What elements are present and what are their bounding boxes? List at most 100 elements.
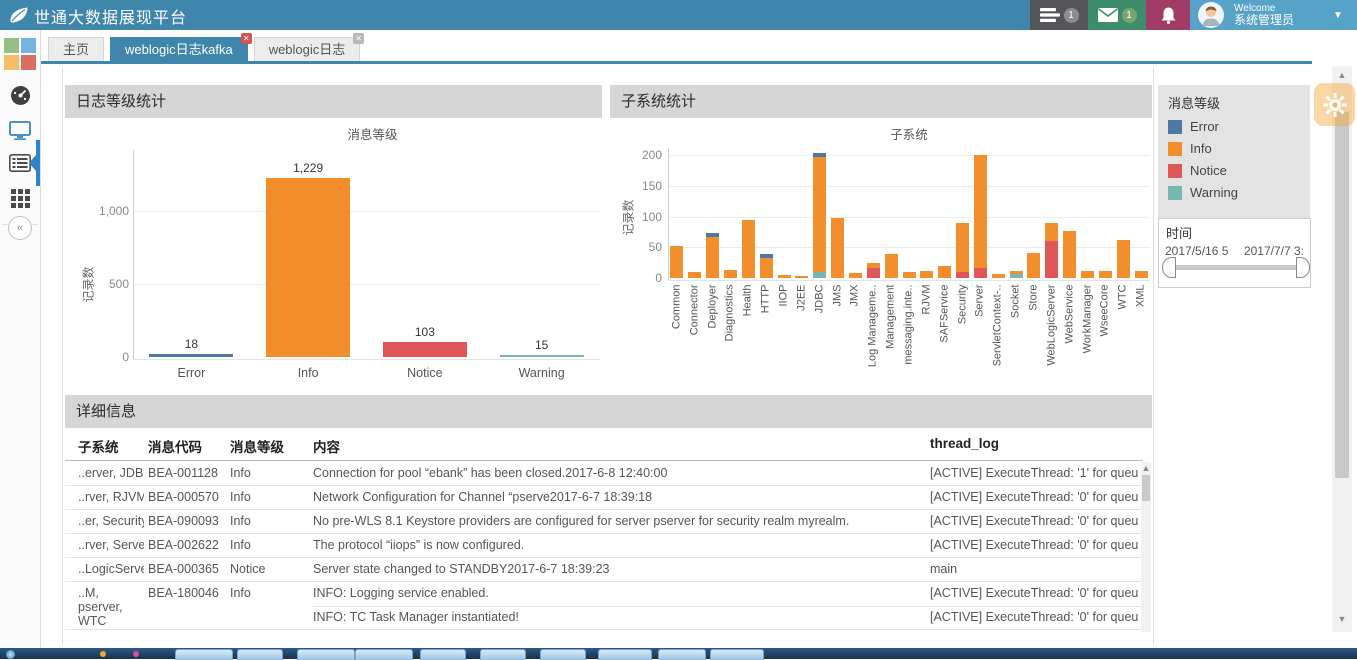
stacked-bar-info[interactable] <box>974 155 987 268</box>
stacked-bar-info[interactable] <box>724 270 737 278</box>
taskbar-window-button[interactable] <box>297 649 355 660</box>
mail-button[interactable]: 1 <box>1088 0 1146 30</box>
legend-item-info[interactable]: Info <box>1168 140 1310 157</box>
legend-item-error[interactable]: Error <box>1168 118 1310 135</box>
stacked-bar-notice[interactable] <box>974 268 987 278</box>
taskbar-window-button[interactable] <box>540 649 586 660</box>
stacked-bar-info[interactable] <box>956 223 969 272</box>
page-scroll-down-icon[interactable]: ▼ <box>1332 614 1352 624</box>
stacked-bar-info[interactable] <box>849 273 862 278</box>
taskbar-tray-icon[interactable] <box>133 651 139 657</box>
time-slider-track[interactable] <box>1171 265 1299 270</box>
stacked-bar-info[interactable] <box>903 272 916 278</box>
stacked-bar-info[interactable] <box>742 220 755 278</box>
start-orb-icon[interactable] <box>6 650 15 659</box>
user-menu[interactable]: Welcome 系统管理员 ▼ <box>1190 0 1357 30</box>
tab-0[interactable]: 主页 <box>48 37 104 62</box>
table-scrollbar[interactable]: ▲ <box>1141 462 1151 632</box>
table-header-2[interactable]: 消息等级 <box>230 436 284 456</box>
table-row[interactable]: ..er, SecurityBEA-090093InfoNo pre-WLS 8… <box>65 510 1143 534</box>
stacked-bar-info[interactable] <box>1010 271 1023 275</box>
table-row[interactable]: ..erver, JDBCBEA-001128InfoConnection fo… <box>65 462 1143 486</box>
stacked-bar-info[interactable] <box>1081 271 1094 278</box>
table-header-4[interactable]: thread_log <box>930 436 999 451</box>
taskbar-window-button[interactable] <box>710 649 764 660</box>
bar-value-label: 15 <box>497 338 587 352</box>
table-row[interactable]: ..M, pserver, WTCBEA-180046InfoINFO: Log… <box>65 582 1143 630</box>
page-scroll-up-icon[interactable]: ▲ <box>1332 70 1352 80</box>
sidebar-item-monitor[interactable] <box>0 115 40 145</box>
table-header-0[interactable]: 子系统 <box>78 436 119 456</box>
alerts-button[interactable] <box>1146 0 1190 30</box>
stacked-bar-warning[interactable] <box>813 272 826 278</box>
tab-2[interactable]: weblogic日志✕ <box>254 37 361 62</box>
gridline <box>668 247 1150 248</box>
sidebar-logo[interactable] <box>0 37 40 71</box>
stacked-bar-notice[interactable] <box>1045 241 1058 278</box>
bar-error[interactable] <box>149 354 233 357</box>
stacked-bar-error[interactable] <box>706 233 719 237</box>
stacked-bar-info[interactable] <box>760 258 773 278</box>
stacked-bar-info[interactable] <box>778 275 791 278</box>
stacked-bar-info[interactable] <box>867 263 880 268</box>
stacked-bar-info[interactable] <box>1135 271 1148 278</box>
tab-1[interactable]: weblogic日志kafka✕ <box>110 37 248 62</box>
tab-close-icon[interactable]: ✕ <box>353 33 364 44</box>
legend-item-notice[interactable]: Notice <box>1168 162 1310 179</box>
stacked-bar-error[interactable] <box>760 254 773 258</box>
stacked-bar-info[interactable] <box>1027 253 1040 278</box>
stacked-bar-warning[interactable] <box>1010 274 1023 278</box>
taskbar-window-button[interactable] <box>480 649 526 660</box>
taskbar-window-button[interactable] <box>658 649 706 660</box>
stacked-bar-info[interactable] <box>938 266 951 278</box>
stacked-bar-info[interactable] <box>920 271 933 278</box>
cell-thread-log: [ACTIVE] ExecuteThread: '0' for queu <box>930 490 1140 504</box>
time-slider-handle-start[interactable] <box>1162 257 1176 278</box>
time-slider-handle-end[interactable] <box>1296 257 1310 278</box>
x-category-label: Server <box>974 284 987 388</box>
sidebar-item-apps[interactable] <box>0 183 40 213</box>
bar-warning[interactable] <box>500 355 584 357</box>
legend-label: Warning <box>1190 185 1238 200</box>
stacked-bar-info[interactable] <box>795 276 808 278</box>
table-scrollbar-thumb[interactable] <box>1142 475 1150 501</box>
stacked-bar-info[interactable] <box>1045 223 1058 241</box>
table-row[interactable]: ..rver, RJVMBEA-000570InfoNetwork Config… <box>65 486 1143 510</box>
taskbar-window-button[interactable] <box>355 649 413 660</box>
stacked-bar-notice[interactable] <box>867 268 880 278</box>
sidebar-item-dashboard[interactable] <box>0 80 40 110</box>
sidebar-item-report-active[interactable] <box>0 148 40 178</box>
table-header-1[interactable]: 消息代码 <box>148 436 202 456</box>
taskbar-tray-icon[interactable] <box>100 651 106 657</box>
stacked-bar-info[interactable] <box>1117 240 1130 278</box>
taskbar-window-button[interactable] <box>420 649 466 660</box>
taskbar-window-button[interactable] <box>598 649 652 660</box>
stacked-bar-info[interactable] <box>992 274 1005 278</box>
taskbar-window-button[interactable] <box>237 649 283 660</box>
tab-close-icon[interactable]: ✕ <box>241 33 252 44</box>
stacked-bar-info[interactable] <box>1063 231 1076 278</box>
stacked-bar-notice[interactable] <box>956 272 969 278</box>
page-scrollbar[interactable]: ▲ ▼ <box>1332 66 1352 632</box>
table-row[interactable]: ..LogicServerBEA-000365NoticeServer stat… <box>65 558 1143 582</box>
bar-info[interactable] <box>266 178 350 357</box>
x-category-label: WseeCore <box>1099 284 1112 388</box>
stacked-bar-info[interactable] <box>831 218 844 278</box>
stacked-bar-error[interactable] <box>813 153 826 157</box>
taskbar-window-button[interactable] <box>175 649 233 660</box>
page-scrollbar-thumb[interactable] <box>1335 112 1349 478</box>
table-header-3[interactable]: 内容 <box>313 436 340 456</box>
stacked-bar-info[interactable] <box>813 157 826 273</box>
settings-button[interactable] <box>1314 83 1355 126</box>
legend-item-warning[interactable]: Warning <box>1168 184 1310 201</box>
table-row[interactable]: ..rver, ServerBEA-002622InfoThe protocol… <box>65 534 1143 558</box>
bar-notice[interactable] <box>383 342 467 357</box>
sidebar-collapse-button[interactable]: « <box>0 213 40 243</box>
stacked-bar-info[interactable] <box>688 272 701 278</box>
stacked-bar-info[interactable] <box>885 254 898 278</box>
notifications-list-button[interactable]: 1 <box>1030 0 1088 30</box>
stacked-bar-info[interactable] <box>706 237 719 278</box>
stacked-bar-info[interactable] <box>1099 271 1112 278</box>
stacked-bar-info[interactable] <box>670 246 683 278</box>
table-scroll-up-icon[interactable]: ▲ <box>1141 463 1151 473</box>
